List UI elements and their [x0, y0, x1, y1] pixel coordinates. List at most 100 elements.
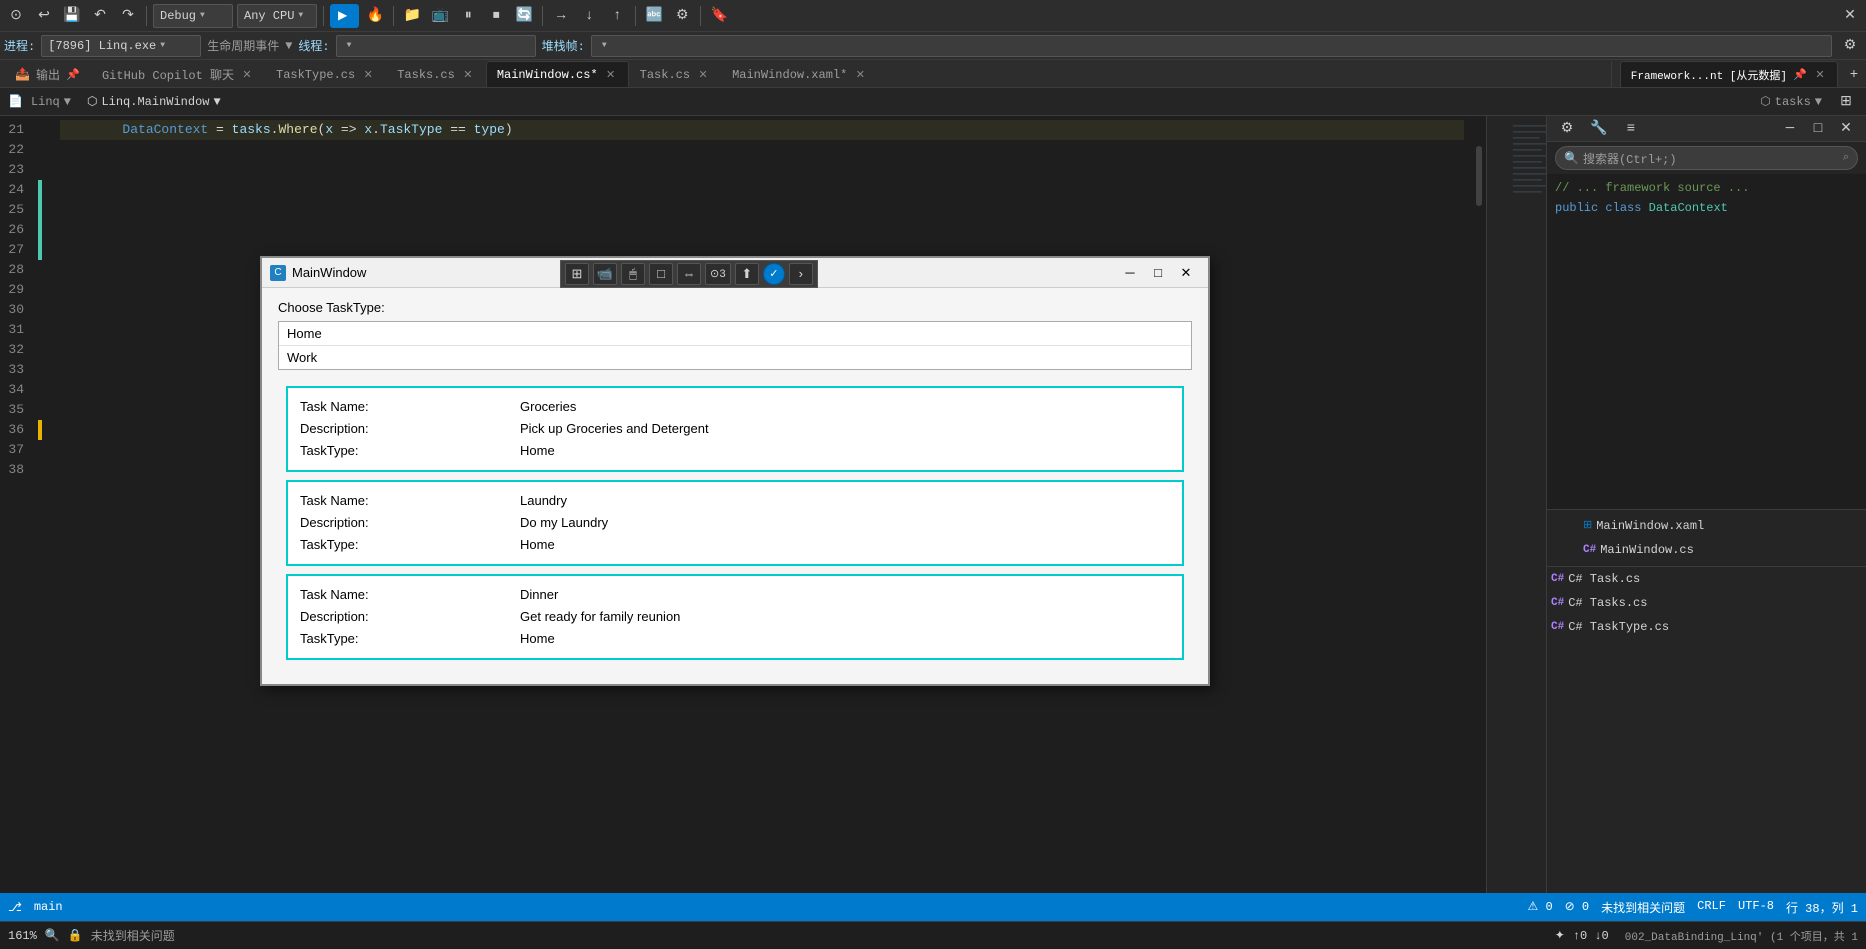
cpu-dropdown[interactable]: Any CPU ▼ — [237, 4, 317, 28]
wpf-maximize-button[interactable]: □ — [1144, 261, 1172, 285]
close-tasks-tab-icon[interactable]: ✕ — [461, 68, 475, 82]
bottom-solution-items: C# C# Task.cs C# C# Tasks.cs C# C# TaskT… — [1547, 566, 1866, 894]
step-out-icon[interactable]: ↑ — [605, 4, 629, 28]
bottom-info-bar: 161% 🔍 🔒 未找到相关问题 ✦ ↑0 ↓0 002_DataBinding… — [0, 921, 1866, 949]
task-type-value-2: Home — [520, 534, 555, 556]
search-icon: 🔍 — [1564, 151, 1579, 166]
redo-icon[interactable]: ↷ — [116, 4, 140, 28]
task-type-label-3: TaskType: — [300, 628, 520, 650]
close-framework-icon[interactable]: ✕ — [1813, 68, 1827, 82]
panel-minimize-icon[interactable]: ─ — [1778, 117, 1802, 141]
task-card-dinner: Task Name: Dinner Description: Get ready… — [286, 574, 1184, 660]
close-task-tab-icon[interactable]: ✕ — [696, 68, 710, 82]
pause-icon[interactable]: ⏸ — [456, 4, 480, 28]
save-all-icon[interactable]: 💾 — [60, 4, 84, 28]
close-right-icon[interactable]: ✕ — [1838, 4, 1862, 28]
tree-item-mainwindow-cs[interactable]: C# MainWindow.cs — [1551, 538, 1862, 562]
wpf-camera-btn[interactable]: 📹 — [593, 263, 617, 285]
vertical-scrollbar[interactable] — [1472, 116, 1486, 893]
bookmark-icon[interactable]: 🔖 — [707, 4, 731, 28]
no-issues-label: 未找到相关问题 — [1601, 899, 1685, 916]
undo-icon[interactable]: ↶ — [88, 4, 112, 28]
close-xaml-tab-icon[interactable]: ✕ — [853, 68, 867, 82]
stack-dropdown[interactable]: ▼ — [591, 35, 1832, 57]
class-nav-dropdown[interactable]: Linq ▼ — [31, 95, 71, 109]
step-into-icon[interactable]: ↓ — [577, 4, 601, 28]
method-nav-dropdown-1[interactable]: ⬡ Linq.MainWindow ▼ — [87, 94, 221, 109]
debug-mode-dropdown[interactable]: Debug ▼ — [153, 4, 233, 28]
format-icon[interactable]: ⚙ — [670, 4, 694, 28]
close-copilot-tab-icon[interactable]: ✕ — [240, 68, 254, 82]
new-project-icon[interactable]: ⊙ — [4, 4, 28, 28]
tab-mainwindow-cs[interactable]: MainWindow.cs* ✕ — [486, 61, 629, 87]
filter-icon[interactable]: ≡ — [1619, 117, 1643, 141]
wpf-resize-btn[interactable]: ⇔ — [677, 263, 701, 285]
intellisense-icon[interactable]: 🔤 — [642, 4, 666, 28]
tab-copilot[interactable]: GitHub Copilot 聊天 ✕ — [91, 61, 265, 87]
task-name-label-3: Task Name: — [300, 584, 520, 606]
tab-tasktype[interactable]: TaskType.cs ✕ — [265, 61, 386, 87]
process-label: 进程: — [4, 37, 35, 54]
tab-mainwindow-xaml[interactable]: MainWindow.xaml* ✕ — [721, 61, 878, 87]
expand-code-icon[interactable]: ⊞ — [1834, 90, 1858, 114]
add-tab-icon[interactable]: + — [1842, 63, 1866, 87]
tab-tasks[interactable]: Tasks.cs ✕ — [386, 61, 486, 87]
zoom-icon[interactable]: 🔍 — [45, 928, 60, 943]
tab-task[interactable]: Task.cs ✕ — [629, 61, 721, 87]
git-branch-icon: ⎇ — [8, 900, 22, 915]
restart-icon[interactable]: 🔄 — [512, 4, 536, 28]
open-icon[interactable]: ↩ — [32, 4, 56, 28]
task-name-value-2: Laundry — [520, 490, 567, 512]
close-tasktype-tab-icon[interactable]: ✕ — [361, 68, 375, 82]
task-desc-value-2: Do my Laundry — [520, 512, 608, 534]
wrench-icon[interactable]: 🔧 — [1587, 117, 1611, 141]
separator-2 — [323, 6, 324, 26]
tree-item-tasks[interactable]: C# C# Tasks.cs — [1547, 591, 1866, 615]
stop-icon[interactable]: ⏹ — [484, 4, 508, 28]
tasktype-listbox[interactable]: Home Work — [278, 321, 1192, 370]
solution-search-box[interactable]: 🔍 搜索器(Ctrl+;) ⌕ — [1555, 146, 1858, 170]
framework-code-view: // ... framework source ... public class… — [1547, 174, 1866, 509]
screen-record-icon[interactable]: 📺 — [428, 4, 452, 28]
top-toolbar: ⊙ ↩ 💾 ↶ ↷ Debug ▼ Any CPU ▼ ▶ 🔥 📁 📺 ⏸ ⏹ … — [0, 0, 1866, 32]
status-bar: ⎇ main ⚠ 0 ⊘ 0 未找到相关问题 CRLF UTF-8 行 38，列… — [0, 893, 1866, 921]
wpf-minimize-button[interactable]: ─ — [1116, 261, 1144, 285]
tasks-list-area: Task Name: Groceries Description: Pick u… — [286, 386, 1184, 672]
task-type-value-3: Home — [520, 628, 555, 650]
continue-button[interactable]: ▶ — [330, 4, 359, 28]
wpf-rectangle-btn[interactable]: □ — [649, 263, 673, 285]
tree-item-tasktype[interactable]: C# C# TaskType.cs — [1547, 615, 1866, 639]
settings-right-icon[interactable]: ⚙ — [1555, 117, 1579, 141]
tab-output[interactable]: 📤 输出 📌 — [4, 61, 91, 87]
tree-item-mainwindow-xaml[interactable]: ⊞ MainWindow.xaml — [1551, 514, 1862, 538]
wpf-close-button[interactable]: ✕ — [1172, 261, 1200, 285]
wpf-check-btn[interactable]: ✓ — [763, 263, 785, 285]
panel-float-icon[interactable]: □ — [1806, 117, 1830, 141]
zoom-level[interactable]: 161% — [8, 929, 37, 943]
main-content: ⊞ 📹 🖱 □ ⇔ ⊙3 ⬆ ✓ › C MainWindow ─ □ ✕ — [0, 116, 1866, 893]
thread-dropdown[interactable]: ▼ — [336, 35, 536, 57]
tab-framework-metadata[interactable]: Framework...nt [从元数据] 📌 ✕ — [1620, 61, 1838, 87]
listbox-item-work[interactable]: Work — [279, 346, 1191, 369]
pin-framework-icon[interactable]: 📌 — [1793, 68, 1807, 82]
copilot-icon[interactable]: ✦ — [1555, 928, 1565, 943]
document-tabs: 📤 输出 📌 GitHub Copilot 聊天 ✕ TaskType.cs ✕… — [0, 60, 1866, 88]
wpf-select-element-btn[interactable]: ⊞ — [565, 263, 589, 285]
tree-item-task[interactable]: C# C# Task.cs — [1547, 567, 1866, 591]
debug-process-toolbar: 进程: [7896] Linq.exe ▼ 生命周期事件 ▼ 线程: ▼ 堆栈帧… — [0, 32, 1866, 60]
step-over-icon[interactable]: → — [549, 4, 573, 28]
wpf-up-btn[interactable]: ⬆ — [735, 263, 759, 285]
callstack-settings-icon[interactable]: ⚙ — [1838, 34, 1862, 58]
folder-open-icon[interactable]: 📁 — [400, 4, 424, 28]
fire-icon[interactable]: 🔥 — [363, 4, 387, 28]
pin-output-icon[interactable]: 📌 — [66, 68, 80, 82]
process-dropdown[interactable]: [7896] Linq.exe ▼ — [41, 35, 201, 57]
wpf-pointer-btn[interactable]: 🖱 — [621, 263, 645, 285]
wpf-preview-window: C MainWindow ─ □ ✕ Choose TaskType: Home… — [260, 256, 1210, 686]
panel-close-icon[interactable]: ✕ — [1834, 117, 1858, 141]
lifecycle-label: 生命周期事件 — [207, 37, 279, 54]
wpf-chevron-btn[interactable]: › — [789, 263, 813, 285]
method-nav-dropdown-2[interactable]: ⬡ tasks ▼ — [1760, 94, 1822, 109]
close-mainwindow-tab-icon[interactable]: ✕ — [604, 68, 618, 82]
listbox-item-home[interactable]: Home — [279, 322, 1191, 346]
